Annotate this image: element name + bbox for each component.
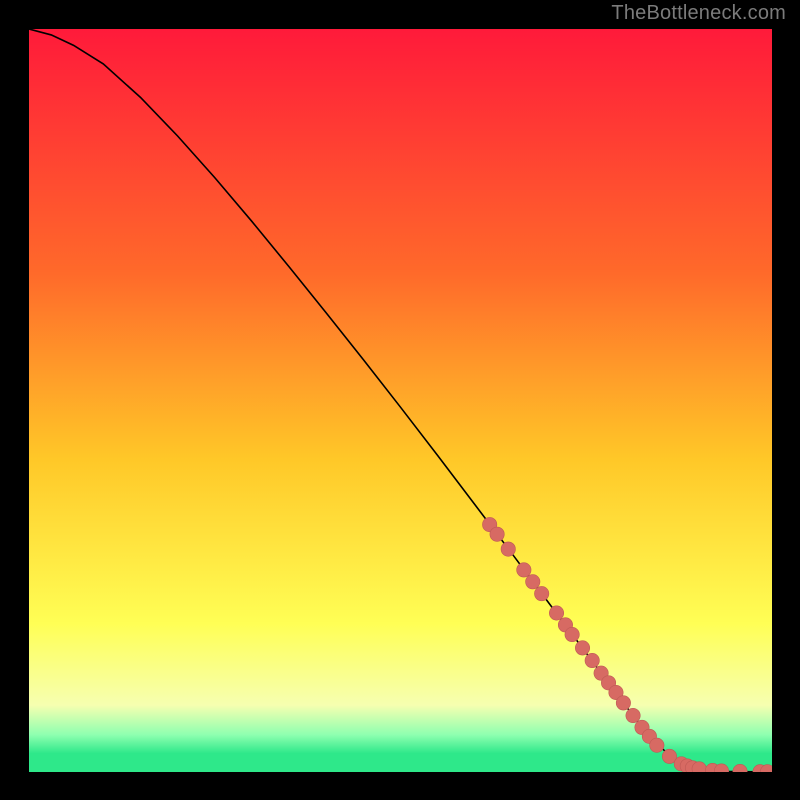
data-marker [575,641,589,655]
bottleneck-curve-chart [29,29,772,772]
data-marker [534,586,548,600]
data-marker [616,696,630,710]
gradient-background [29,29,772,772]
chart-frame: { "watermark": "TheBottleneck.com", "col… [0,0,800,800]
data-marker [626,708,640,722]
data-marker [565,627,579,641]
data-marker [501,542,515,556]
watermark-label: TheBottleneck.com [611,2,786,25]
data-marker [650,738,664,752]
data-marker [490,527,504,541]
data-marker [526,575,540,589]
data-marker [585,653,599,667]
data-marker [549,606,563,620]
data-marker [517,563,531,577]
